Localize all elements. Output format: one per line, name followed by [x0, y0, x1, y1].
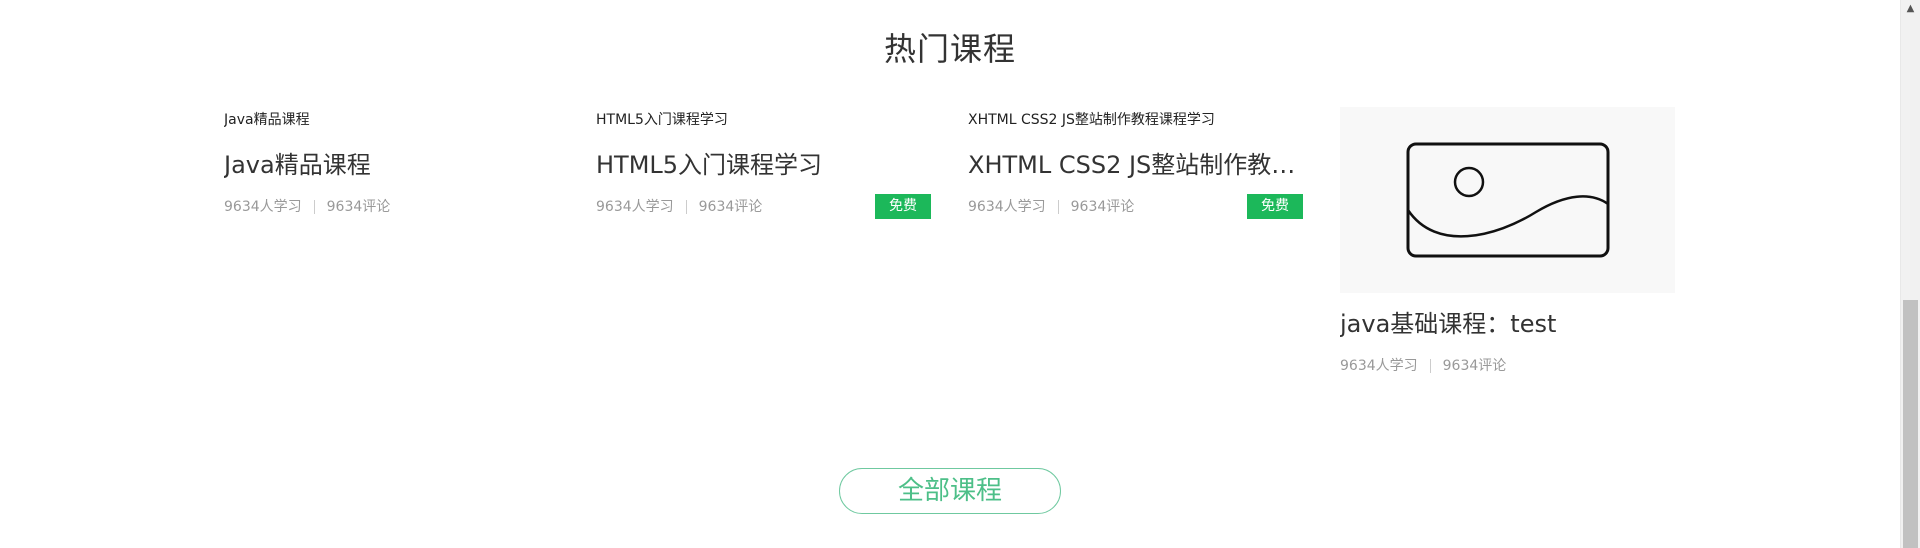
vertical-scrollbar[interactable]: ▲	[1900, 0, 1920, 548]
scroll-up-arrow-icon[interactable]: ▲	[1901, 0, 1920, 17]
student-count: 9634人学习	[596, 199, 674, 215]
comment-count: 9634评论	[1442, 358, 1507, 374]
course-card[interactable]: Java精品课程 Java精品课程 9634人学习 9634评论	[224, 107, 559, 220]
comment-count: 9634评论	[698, 199, 763, 215]
course-thumbnail-alt-text[interactable]: HTML5入门课程学习	[596, 107, 931, 133]
section-title: 热门课程	[883, 30, 1016, 68]
course-thumbnail[interactable]	[1340, 107, 1675, 293]
course-meta: 9634人学习 9634评论	[224, 194, 559, 220]
course-meta: 9634人学习 9634评论 免费	[596, 194, 931, 220]
course-thumbnail-alt-text[interactable]: XHTML CSS2 JS整站制作教程课程学习	[968, 107, 1303, 133]
course-card[interactable]: HTML5入门课程学习 HTML5入门课程学习 9634人学习 9634评论 免…	[596, 107, 931, 220]
course-title[interactable]: XHTML CSS2 JS整站制作教程...	[968, 148, 1303, 182]
image-placeholder-icon	[1406, 142, 1609, 258]
comment-count: 9634评论	[1070, 199, 1135, 215]
free-badge: 免费	[1247, 194, 1303, 219]
comment-count: 9634评论	[326, 199, 391, 215]
course-card[interactable]: java基础课程：test 9634人学习 9634评论	[1340, 107, 1675, 379]
student-count: 9634人学习	[1340, 358, 1418, 374]
student-count: 9634人学习	[968, 199, 1046, 215]
meta-divider	[685, 200, 687, 214]
meta-divider	[1057, 200, 1059, 214]
free-badge: 免费	[875, 194, 931, 219]
scrollbar-thumb[interactable]	[1903, 300, 1918, 548]
course-title[interactable]: Java精品课程	[224, 148, 559, 182]
meta-divider	[313, 200, 315, 214]
course-card[interactable]: XHTML CSS2 JS整站制作教程课程学习 XHTML CSS2 JS整站制…	[968, 107, 1303, 220]
meta-divider	[1429, 359, 1431, 373]
course-meta: 9634人学习 9634评论 免费	[968, 194, 1303, 220]
course-title[interactable]: HTML5入门课程学习	[596, 148, 931, 182]
course-title[interactable]: java基础课程：test	[1340, 307, 1675, 341]
page: 热门课程 Java精品课程 Java精品课程 9634人学习 9634评论 HT…	[0, 0, 1920, 548]
all-courses-button[interactable]: 全部课程	[839, 468, 1061, 514]
course-meta: 9634人学习 9634评论	[1340, 353, 1675, 379]
student-count: 9634人学习	[224, 199, 302, 215]
course-thumbnail-alt-text[interactable]: Java精品课程	[224, 107, 559, 133]
